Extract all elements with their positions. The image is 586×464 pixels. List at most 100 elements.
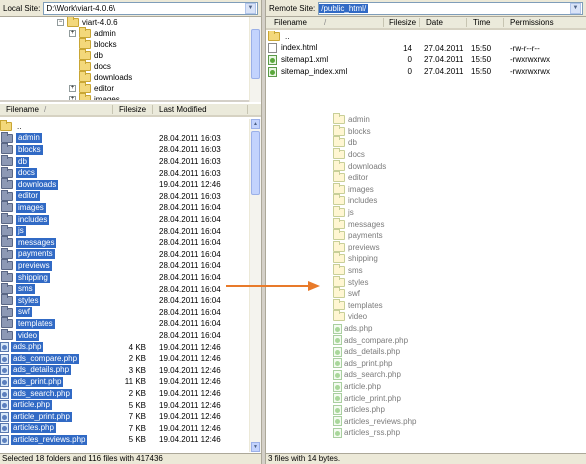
file-row[interactable]: ads.php 4 KB 19.04.2011 12:46 bbox=[0, 341, 249, 353]
folder-icon bbox=[333, 136, 345, 148]
tree-item[interactable]: + editor bbox=[69, 82, 114, 94]
column-divider[interactable] bbox=[383, 18, 384, 27]
col-filesize[interactable]: Filesize bbox=[389, 18, 416, 27]
file-row[interactable]: previews 28.04.2011 16:04 bbox=[0, 259, 249, 272]
remote-list-header: Filename / Filesize Date Time Permission… bbox=[266, 17, 586, 30]
file-row[interactable]: js 28.04.2011 16:04 bbox=[0, 224, 249, 237]
file-row[interactable]: ads_search.php 2 KB 19.04.2011 12:46 bbox=[0, 388, 249, 400]
col-filesize[interactable]: Filesize bbox=[119, 105, 146, 114]
drag-preview-label: ads_search.php bbox=[344, 370, 401, 380]
file-row[interactable]: ads_details.php 3 KB 19.04.2011 12:46 bbox=[0, 365, 249, 377]
file-row[interactable]: articles_reviews.php 5 KB 19.04.2011 12:46 bbox=[0, 434, 249, 446]
drag-preview-label: articles_reviews.php bbox=[344, 416, 417, 426]
file-time: 15:50 bbox=[471, 43, 492, 53]
parent-dir-row[interactable]: .. bbox=[0, 120, 23, 133]
file-date: 27.04.2011 bbox=[424, 67, 464, 77]
file-row[interactable]: messages 28.04.2011 16:04 bbox=[0, 236, 249, 249]
file-row[interactable]: sms 28.04.2011 16:04 bbox=[0, 282, 249, 295]
chevron-down-icon[interactable]: ▼ bbox=[570, 2, 581, 14]
tree-item[interactable]: + admin bbox=[69, 27, 116, 39]
col-time[interactable]: Time bbox=[473, 18, 490, 27]
file-name: admin bbox=[16, 133, 42, 144]
drag-preview-label: sms bbox=[348, 266, 363, 276]
file-row[interactable]: blocks 28.04.2011 16:03 bbox=[0, 143, 249, 156]
file-row[interactable]: sitemap1.xml 0 27.04.2011 15:50 -rwxrwxrwx bbox=[268, 54, 585, 66]
parent-dir-label: .. bbox=[17, 121, 22, 131]
folder-icon bbox=[1, 224, 13, 236]
local-folder-tree[interactable]: − viart-4.0.6 + admin blocks db docs downloads +… bbox=[0, 17, 261, 102]
column-divider[interactable] bbox=[466, 18, 467, 27]
remote-site-label: Remote Site: bbox=[269, 3, 316, 13]
expand-toggle-icon[interactable]: + bbox=[69, 30, 76, 37]
file-row[interactable]: payments 28.04.2011 16:04 bbox=[0, 247, 249, 261]
local-tree-scrollbar[interactable] bbox=[249, 17, 261, 102]
chevron-down-icon[interactable]: ▼ bbox=[245, 2, 256, 14]
file-modified: 28.04.2011 16:03 bbox=[159, 191, 221, 201]
php-file-icon bbox=[0, 434, 9, 445]
file-row[interactable]: includes 28.04.2011 16:04 bbox=[0, 213, 249, 226]
scroll-down-icon[interactable]: ▼ bbox=[251, 442, 260, 452]
expand-toggle-icon[interactable]: + bbox=[69, 85, 76, 92]
file-row[interactable]: article.php 5 KB 19.04.2011 12:46 bbox=[0, 399, 249, 411]
scroll-up-icon[interactable]: ▲ bbox=[251, 119, 260, 129]
column-divider[interactable] bbox=[503, 18, 504, 27]
remote-file-list[interactable]: .. index.html 14 27.04.2011 15:50 -rw-r--r-- s… bbox=[266, 31, 586, 111]
tree-item[interactable]: docs bbox=[69, 60, 111, 72]
tree-item[interactable]: blocks bbox=[69, 38, 117, 50]
col-permissions[interactable]: Permissions bbox=[510, 18, 554, 27]
folder-icon bbox=[333, 159, 345, 171]
remote-pane: Remote Site: /public_html/ ▼ Filename / … bbox=[265, 0, 586, 464]
file-row[interactable]: editor 28.04.2011 16:03 bbox=[0, 189, 249, 203]
file-row[interactable]: docs 28.04.2011 16:03 bbox=[0, 166, 249, 179]
column-divider[interactable] bbox=[247, 105, 248, 114]
file-row[interactable]: ads_print.php 11 KB 19.04.2011 12:46 bbox=[0, 376, 249, 388]
scroll-thumb[interactable] bbox=[251, 131, 260, 195]
file-row[interactable]: article_print.php 7 KB 19.04.2011 12:46 bbox=[0, 411, 249, 423]
file-row[interactable]: sitemap_index.xml 0 27.04.2011 15:50 -rwxrwx… bbox=[268, 66, 585, 78]
scroll-thumb[interactable] bbox=[251, 29, 260, 79]
column-divider[interactable] bbox=[152, 105, 153, 114]
remote-path-combo[interactable]: /public_html/ ▼ bbox=[318, 1, 583, 15]
file-row[interactable]: styles 28.04.2011 16:04 bbox=[0, 294, 249, 307]
col-filename[interactable]: Filename bbox=[274, 18, 307, 27]
file-name: article_print.php bbox=[11, 411, 72, 422]
expand-toggle-icon[interactable]: + bbox=[69, 96, 76, 100]
file-row[interactable]: templates 28.04.2011 16:04 bbox=[0, 317, 249, 330]
file-name: sms bbox=[16, 284, 35, 295]
file-row[interactable]: images 28.04.2011 16:04 bbox=[0, 201, 249, 214]
folder-icon bbox=[333, 217, 345, 229]
folder-icon bbox=[333, 298, 345, 310]
folder-icon bbox=[1, 247, 13, 259]
file-row[interactable]: downloads 19.04.2011 12:46 bbox=[0, 178, 249, 191]
file-row[interactable]: swf 28.04.2011 16:04 bbox=[0, 305, 249, 319]
file-row[interactable]: articles.php 7 KB 19.04.2011 12:46 bbox=[0, 423, 249, 435]
col-last-modified[interactable]: Last Modified bbox=[159, 105, 207, 114]
column-divider[interactable] bbox=[419, 18, 420, 27]
folder-icon bbox=[333, 182, 345, 194]
tree-item[interactable]: − viart-4.0.6 bbox=[57, 17, 118, 28]
file-row[interactable]: index.html 14 27.04.2011 15:50 -rw-r--r-- bbox=[268, 43, 585, 55]
col-filename[interactable]: Filename bbox=[6, 105, 39, 114]
local-path-combo[interactable]: D:\Work\viart-4.0.6\ ▼ bbox=[43, 1, 258, 15]
file-row[interactable]: admin 28.04.2011 16:03 bbox=[0, 131, 249, 145]
file-name: video bbox=[16, 330, 40, 341]
folder-icon bbox=[1, 305, 13, 317]
local-file-list[interactable]: .. admin 28.04.2011 16:03 blocks 28.04.2011 … bbox=[0, 119, 249, 452]
file-row[interactable]: ads_compare.php 2 KB 19.04.2011 12:46 bbox=[0, 353, 249, 365]
file-modified: 28.04.2011 16:04 bbox=[159, 238, 221, 248]
folder-icon bbox=[79, 93, 91, 100]
col-date[interactable]: Date bbox=[426, 18, 443, 27]
parent-dir-row[interactable]: .. bbox=[268, 31, 291, 43]
expand-toggle-icon[interactable]: − bbox=[57, 19, 64, 26]
file-modified: 19.04.2011 12:46 bbox=[159, 412, 221, 422]
php-file-icon bbox=[333, 335, 342, 346]
file-row[interactable]: video 28.04.2011 16:04 bbox=[0, 329, 249, 342]
drag-preview-label: db bbox=[348, 138, 357, 148]
file-modified: 19.04.2011 12:46 bbox=[159, 365, 221, 375]
file-row[interactable]: db 28.04.2011 16:03 bbox=[0, 155, 249, 168]
file-name: shipping bbox=[16, 272, 50, 283]
file-row[interactable]: shipping 28.04.2011 16:04 bbox=[0, 271, 249, 284]
folder-icon bbox=[79, 82, 91, 93]
column-divider[interactable] bbox=[112, 105, 113, 114]
tree-item[interactable]: + images bbox=[69, 93, 120, 100]
